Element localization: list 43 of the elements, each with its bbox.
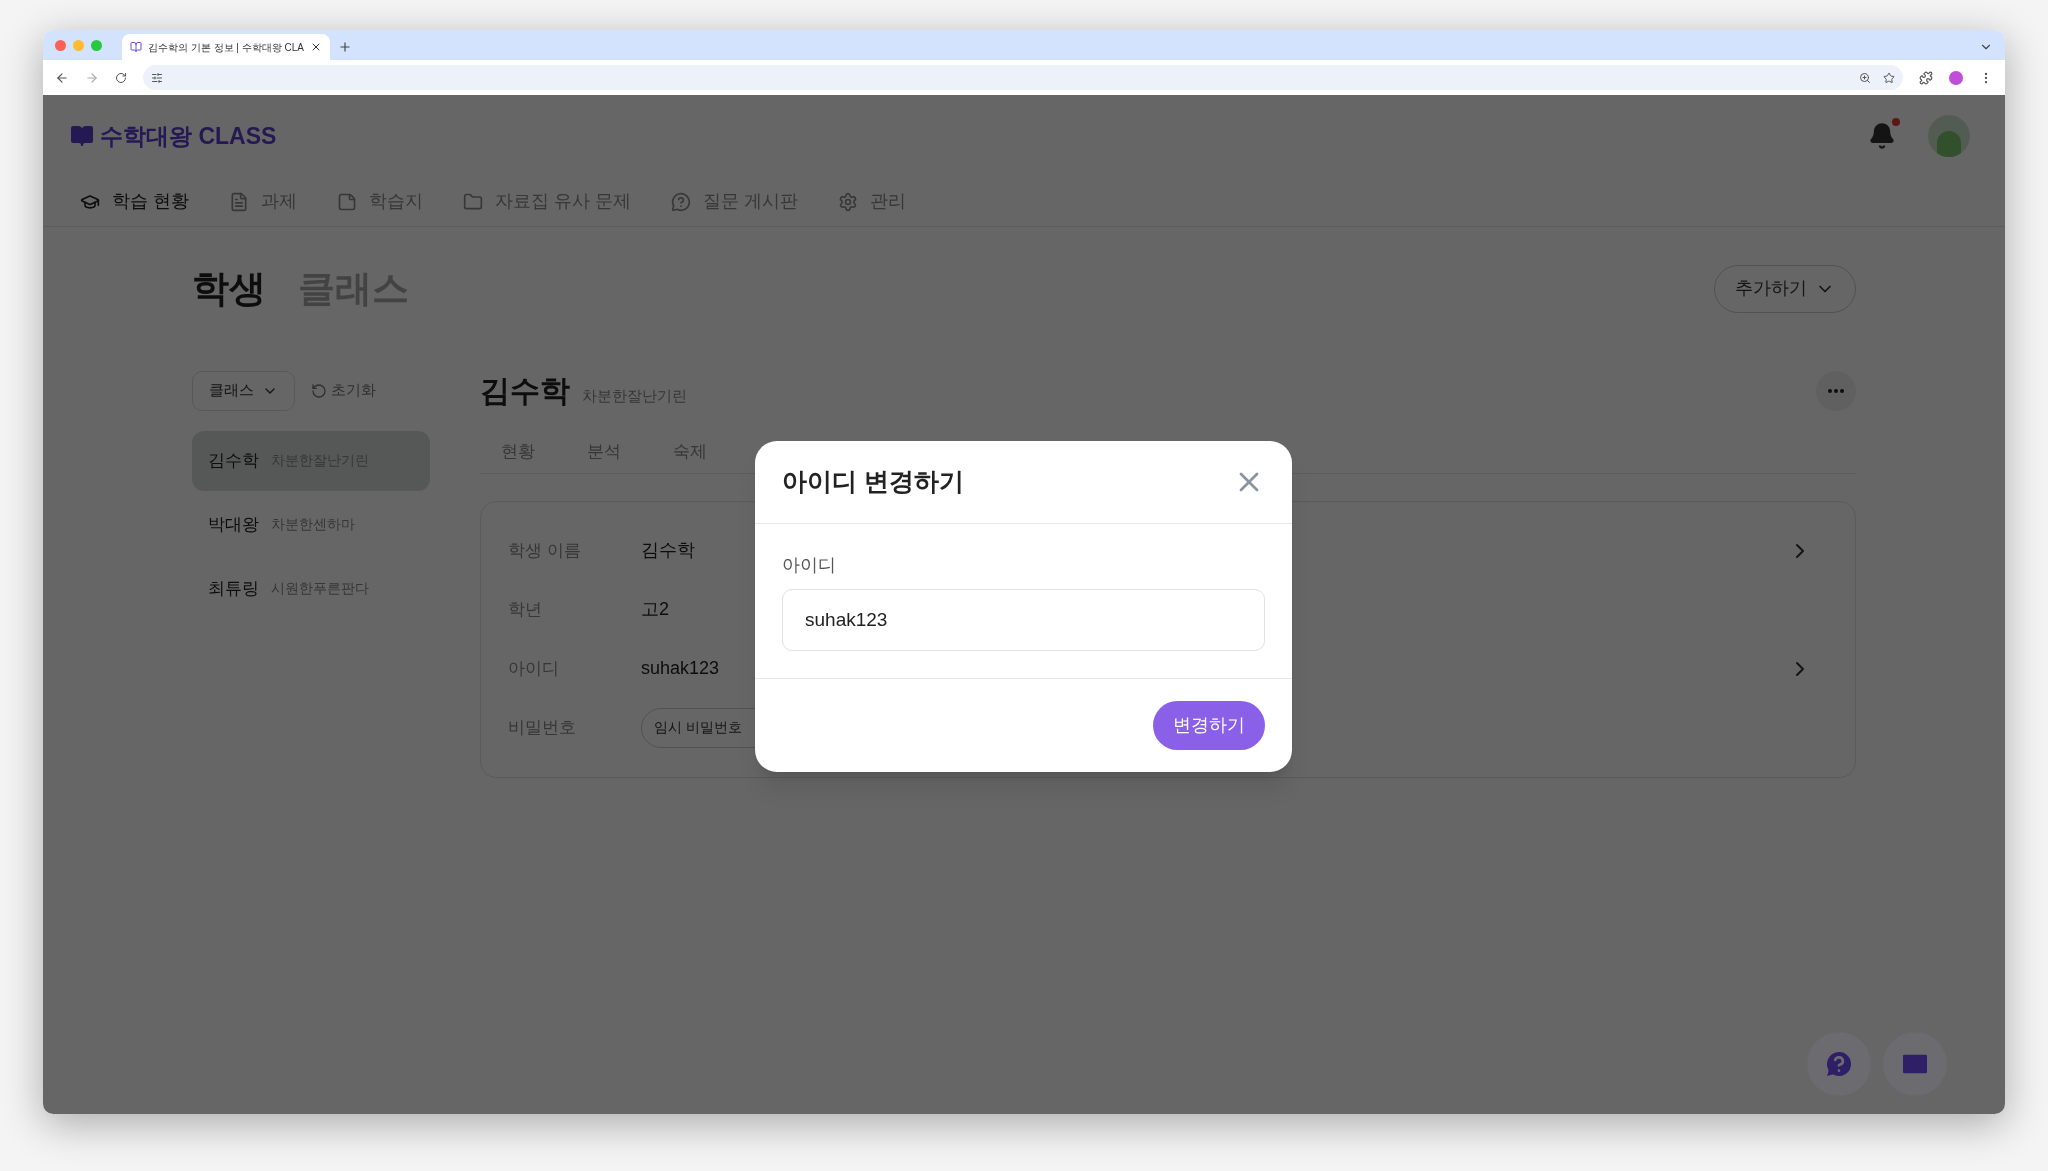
url-field[interactable] — [143, 65, 1903, 90]
new-tab-icon[interactable] — [337, 40, 352, 54]
more-button[interactable] — [1816, 370, 1856, 411]
student-name: 최튜링 — [208, 577, 259, 600]
nav-label: 학습 현황 — [112, 190, 189, 213]
reload-icon[interactable] — [115, 71, 127, 84]
book-icon — [130, 41, 142, 53]
submit-button[interactable]: 변경하기 — [1153, 701, 1265, 750]
question-bubble-icon — [671, 191, 692, 212]
id-input-field[interactable]: suhak123 — [782, 589, 1265, 651]
page-tab[interactable]: 학생 — [192, 261, 266, 317]
student-name: 김수학 — [208, 449, 259, 472]
document-icon — [229, 191, 249, 212]
info-value: 김수학 — [641, 539, 695, 562]
settings-icon — [838, 191, 859, 212]
info-value: suhak123 — [641, 657, 720, 680]
book-logo-icon — [70, 124, 94, 148]
logo-text: 수학대왕 CLASS — [100, 121, 277, 151]
folder-icon — [463, 191, 483, 212]
bookmark-star-icon[interactable] — [1883, 71, 1895, 84]
tab-title: 김수학의 기본 정보 | 수학대왕 CLA — [148, 40, 304, 55]
site-settings-icon[interactable] — [151, 71, 163, 84]
logo[interactable]: 수학대왕 CLASS — [70, 118, 277, 154]
window-maximize-icon[interactable] — [91, 39, 102, 51]
modal-title: 아이디 변경하기 — [782, 466, 964, 498]
window-close-icon[interactable] — [55, 39, 66, 51]
browser-tab[interactable]: 김수학의 기본 정보 | 수학대왕 CLA — [122, 34, 330, 60]
forward-icon[interactable] — [85, 70, 99, 85]
student-name: 박대왕 — [208, 513, 259, 536]
notification-bell-icon[interactable] — [1868, 122, 1896, 150]
profile-icon[interactable] — [1949, 70, 1963, 85]
extensions-icon[interactable] — [1919, 70, 1933, 85]
field-label: 아이디 — [782, 554, 837, 577]
more-icon — [1828, 388, 1844, 393]
class-dropdown[interactable]: 클래스 — [192, 370, 295, 411]
avatar[interactable] — [1928, 115, 1970, 157]
zoom-icon[interactable] — [1859, 71, 1871, 84]
refresh-icon — [311, 382, 327, 399]
student-title: 김수학 — [480, 373, 570, 409]
nav-tab[interactable]: 학습 현황 — [80, 188, 189, 215]
sheet-icon — [337, 191, 357, 212]
info-value: 고2 — [641, 598, 669, 621]
back-icon[interactable] — [55, 70, 69, 85]
